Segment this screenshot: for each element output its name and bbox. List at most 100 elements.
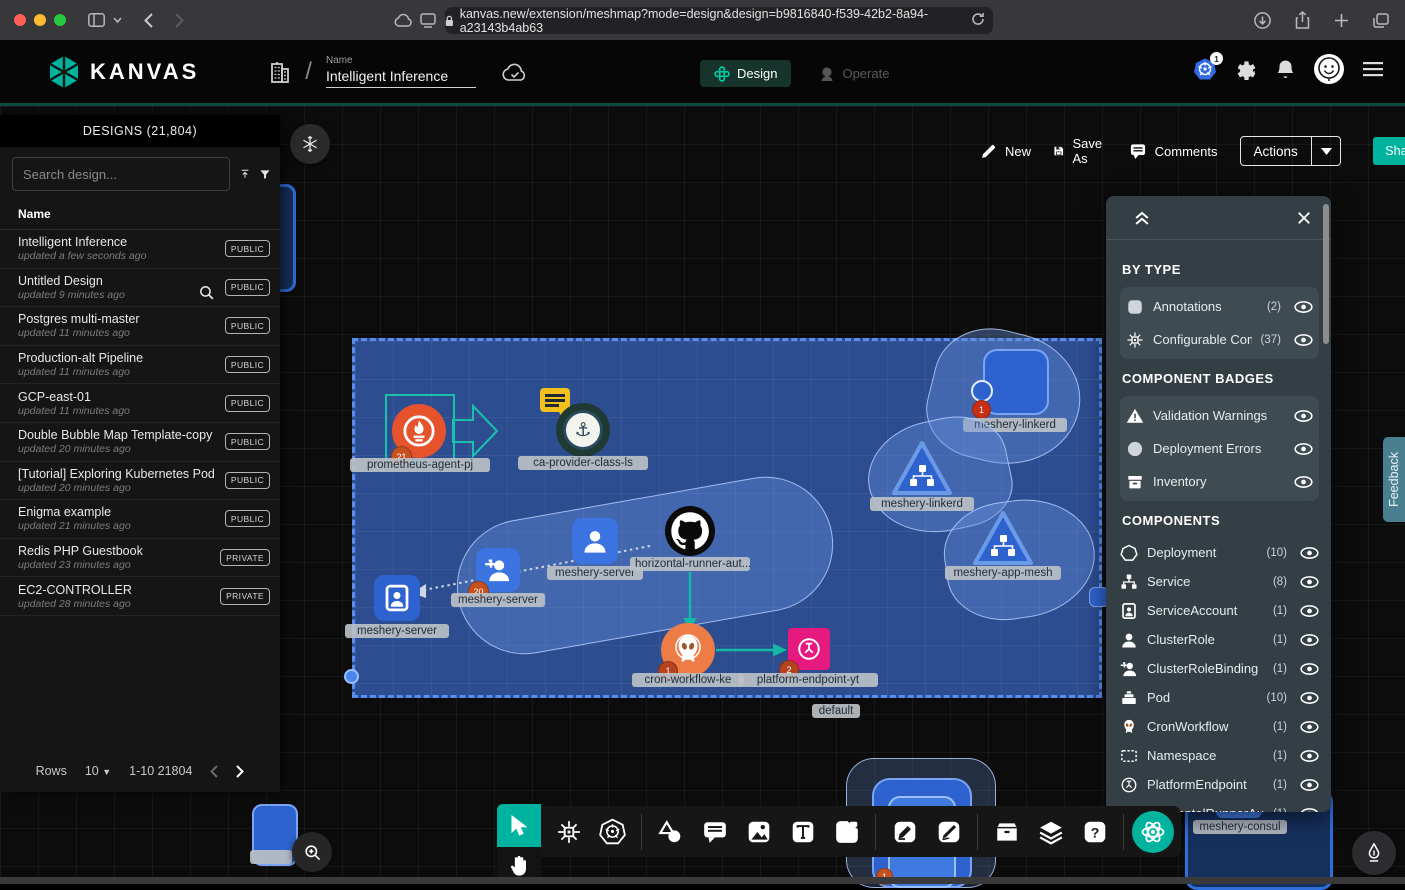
brand[interactable]: KANVAS [48,55,199,89]
design-row[interactable]: Intelligent Inferenceupdated a few secon… [0,230,280,269]
shapes-tool[interactable] [650,810,691,853]
collapse-panel-icon[interactable] [1132,208,1152,228]
back-button[interactable] [144,13,153,28]
github-runner-node[interactable] [665,506,715,556]
ca-provider-node[interactable]: ⚓ [563,410,603,450]
import-design-icon[interactable] [240,165,250,183]
help-tool[interactable]: ? [1074,810,1115,853]
serviceaccount-node[interactable] [374,575,420,621]
visibility-eye-icon[interactable] [1294,475,1313,489]
settings-gear-icon[interactable] [1236,59,1257,80]
component-row[interactable]: CronWorkflow (1) [1120,712,1319,741]
visibility-eye-icon[interactable] [1294,333,1313,347]
by-type-row[interactable]: Configurable Components (37) [1126,323,1313,356]
visibility-eye-icon[interactable] [1300,546,1319,560]
design-row[interactable]: EC2-CONTROLLERupdated 28 minutes ago PRI… [0,577,280,616]
save-as-button[interactable]: Save As [1053,136,1107,166]
by-type-row[interactable]: Annotations (2) [1126,290,1313,323]
new-button[interactable]: New [980,143,1031,160]
kubernetes-tool[interactable] [592,810,633,853]
visibility-eye-icon[interactable] [1300,807,1319,813]
hamburger-menu-icon[interactable] [1363,61,1383,77]
panel-scrollbar[interactable] [1323,204,1329,344]
share-icon[interactable] [1295,11,1310,29]
component-row[interactable]: Deployment (10) [1120,538,1319,567]
zoom-button[interactable] [292,832,332,872]
pencil-tool[interactable] [928,810,969,853]
tab-design[interactable]: Design [700,60,791,87]
notifications-bell-icon[interactable] [1276,59,1295,80]
rows-per-page-select[interactable]: 10 ▼ [85,764,111,778]
actions-split-button[interactable]: Actions [1240,136,1342,166]
close-window-button[interactable] [14,14,26,26]
image-tool[interactable] [738,810,779,853]
visibility-eye-icon[interactable] [1300,749,1319,763]
meshery-tool[interactable] [1132,810,1174,853]
icloud-icon[interactable] [394,13,414,27]
visibility-eye-icon[interactable] [1300,662,1319,676]
organization-icon[interactable] [269,60,291,84]
caret-down-icon[interactable] [1321,148,1332,155]
layers-tool[interactable] [1030,810,1071,853]
close-panel-icon[interactable] [1295,209,1313,227]
component-row[interactable]: Service (8) [1120,567,1319,596]
traffic-lights[interactable] [14,14,66,26]
select-tool-button[interactable] [497,804,541,847]
pen-tool[interactable] [884,810,925,853]
visibility-eye-icon[interactable] [1300,778,1319,792]
visibility-eye-icon[interactable] [1300,720,1319,734]
page-settings-icon[interactable] [420,13,436,28]
clusterrole-node[interactable] [572,518,618,564]
url-bar[interactable]: kanvas.new/extension/meshmap?mode=design… [445,7,993,34]
forward-button[interactable] [175,13,184,28]
frame-tool[interactable] [826,810,867,853]
component-row[interactable]: Namespace (1) [1120,741,1319,770]
design-row[interactable]: Postgres multi-masterupdated 11 minutes … [0,307,280,346]
visibility-eye-icon[interactable] [1294,442,1313,456]
design-row[interactable]: Untitled Designupdated 9 minutes ago PUB… [0,269,280,308]
component-row[interactable]: ClusterRoleBinding (1) [1120,654,1319,683]
tab-overview-icon[interactable] [1373,13,1389,28]
design-name-input[interactable] [326,68,476,88]
visibility-eye-icon[interactable] [1300,575,1319,589]
design-row[interactable]: Double Bubble Map Template-copyupdated 2… [0,423,280,462]
badge-row[interactable]: Validation Warnings [1126,399,1313,432]
component-row[interactable]: ServiceAccount (1) [1120,596,1319,625]
visibility-eye-icon[interactable] [1300,604,1319,618]
freeze-button[interactable] [290,124,330,164]
filter-icon[interactable] [260,166,270,183]
reload-icon[interactable] [971,12,985,27]
comments-button[interactable]: Comments [1129,143,1218,160]
badge-row[interactable]: Deployment Errors [1126,432,1313,465]
design-name-field[interactable]: Name [326,55,476,88]
component-row[interactable]: PlatformEndpoint (1) [1120,770,1319,799]
downloads-icon[interactable] [1254,12,1271,29]
component-row[interactable]: Pod (10) [1120,683,1319,712]
share-button[interactable]: Share [1373,137,1405,165]
visibility-eye-icon[interactable] [1300,633,1319,647]
new-tab-icon[interactable] [1334,13,1349,28]
badge-row[interactable]: Inventory [1126,465,1313,498]
linkerd-namespace-node[interactable] [983,349,1049,415]
zoom-window-button[interactable] [54,14,66,26]
text-tool[interactable] [782,810,823,853]
relationship-tool[interactable] [548,810,589,853]
minimize-window-button[interactable] [34,14,46,26]
design-row[interactable]: [Tutorial] Exploring Kubernetes Podupdat… [0,462,280,501]
linkerd-service-node[interactable] [890,439,954,499]
tab-operate[interactable]: Operate [805,60,903,87]
prev-page-button[interactable] [210,765,218,778]
kubernetes-context[interactable]: 1 [1193,57,1217,81]
search-input[interactable] [12,157,230,191]
chevron-down-icon[interactable] [113,17,122,23]
visibility-eye-icon[interactable] [1300,691,1319,705]
appmesh-service-node[interactable] [971,509,1035,569]
visibility-eye-icon[interactable] [1294,409,1313,423]
selection-handle[interactable] [344,669,359,684]
drawer-tool[interactable] [986,810,1027,853]
design-row[interactable]: Production-alt Pipelineupdated 11 minute… [0,346,280,385]
sidebar-toggle-icon[interactable] [88,13,105,27]
design-row[interactable]: GCP-east-01updated 11 minutes ago PUBLIC [0,384,280,423]
comment-tool[interactable] [694,810,735,853]
whiteboard-pen-button[interactable] [1352,831,1396,875]
